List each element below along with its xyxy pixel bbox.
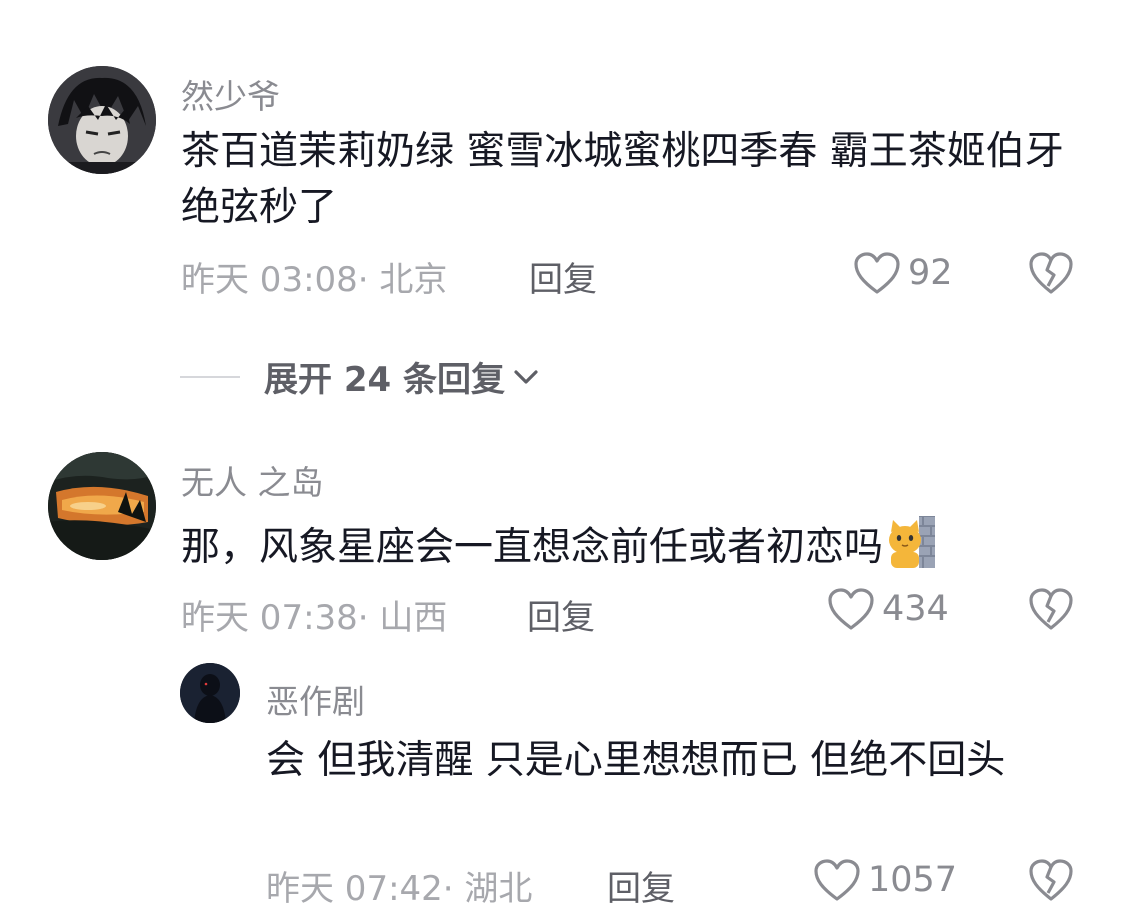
like-count: 434 <box>882 589 949 629</box>
like-count: 1057 <box>868 860 958 900</box>
username[interactable]: 恶作剧 <box>266 675 365 723</box>
user-avatar[interactable] <box>180 663 240 723</box>
sunset-scenery-avatar-icon <box>48 452 156 560</box>
username[interactable]: 然少爷 <box>181 70 280 118</box>
expand-replies-label: 展开 24 条回复 <box>264 360 505 400</box>
comment-2: 无人 之岛 那，风象星座会一直想念前任或者初恋吗 昨天 07:38· 山西 回复… <box>0 440 1125 640</box>
location: · 山西 <box>357 598 448 638</box>
reply-button[interactable]: 回复 <box>607 861 675 910</box>
like-button[interactable]: 434 <box>826 586 949 632</box>
like-count: 92 <box>908 253 953 293</box>
comment-meta: 昨天 03:08· 北京 <box>181 252 447 301</box>
divider-line <box>180 375 240 378</box>
heart-icon <box>854 252 900 294</box>
expand-replies-button[interactable]: 展开 24 条回复 <box>180 352 541 401</box>
dark-figure-avatar-icon <box>180 663 240 723</box>
sub-reply: 恶作剧 会 但我清醒 只是心里想想而已 但绝不回头 昨天 07:42· 湖北 回… <box>0 655 1125 923</box>
broken-heart-icon <box>1029 588 1073 630</box>
username[interactable]: 无人 之岛 <box>181 456 324 504</box>
chevron-down-icon <box>514 369 538 384</box>
timestamp: 昨天 07:42 <box>266 869 443 909</box>
location: · 北京 <box>357 260 448 300</box>
reply-text: 会 但我清醒 只是心里想想而已 但绝不回头 <box>266 738 1006 783</box>
user-avatar[interactable] <box>48 452 156 560</box>
reply-button[interactable]: 回复 <box>527 590 595 639</box>
dislike-button[interactable] <box>1028 586 1074 632</box>
like-button[interactable]: 92 <box>852 250 953 296</box>
heart-icon <box>828 588 874 630</box>
heart-icon <box>814 859 860 901</box>
dislike-button[interactable] <box>1028 857 1074 903</box>
broken-heart-icon <box>1029 252 1073 294</box>
broken-heart-icon <box>1029 859 1073 901</box>
dislike-button[interactable] <box>1028 250 1074 296</box>
user-avatar[interactable] <box>48 66 156 174</box>
comment-1: 然少爷 茶百道茉莉奶绿 蜜雪冰城蜜桃四季春 霸王茶姬伯牙绝弦秒了 昨天 03:0… <box>0 0 1125 300</box>
anime-boy-avatar-icon <box>48 66 156 174</box>
reply-button[interactable]: 回复 <box>529 252 597 301</box>
timestamp: 昨天 03:08 <box>181 260 358 300</box>
like-button[interactable]: 1057 <box>812 857 957 903</box>
comment-text: 那，风象星座会一直想念前任或者初恋吗 <box>181 516 1081 576</box>
comment-text-body: 那，风象星座会一直想念前任或者初恋吗 <box>181 525 884 570</box>
comment-meta: 昨天 07:38· 山西 <box>181 590 447 639</box>
reply-meta: 昨天 07:42· 湖北 <box>266 861 532 910</box>
comment-text: 茶百道茉莉奶绿 蜜雪冰城蜜桃四季春 霸王茶姬伯牙绝弦秒了 <box>181 129 1064 230</box>
cat-peeking-emoji-icon <box>889 516 936 568</box>
location: · 湖北 <box>442 869 533 909</box>
timestamp: 昨天 07:38 <box>181 598 358 638</box>
